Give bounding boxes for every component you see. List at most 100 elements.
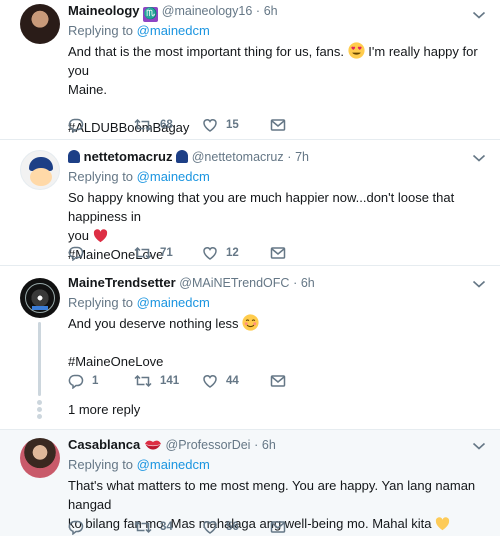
chevron-down-icon[interactable]	[472, 441, 486, 451]
display-name[interactable]: Casablanca	[68, 437, 140, 452]
reply-count: 1	[92, 375, 99, 387]
thread-connector-dot	[37, 407, 42, 412]
reply-mention-link[interactable]: @mainedcm	[137, 23, 210, 38]
separator-dot: ·	[293, 276, 298, 290]
tweet-maineology[interactable]: Maineology ♏ @maineology16 · 6h Replying…	[0, 0, 500, 140]
tweet-actions: 68 15	[68, 116, 308, 134]
like-count: 56	[226, 521, 239, 533]
tweet-text-line: And you deserve nothing less	[68, 316, 239, 331]
display-name[interactable]: MaineTrendsetter	[68, 275, 176, 290]
heart-outline-icon	[203, 521, 217, 534]
tweet-casablanca[interactable]: Casablanca @ProfessorDei · 6h Replying t…	[0, 430, 500, 536]
avatar-nettetomacruz[interactable]	[20, 150, 60, 190]
heart-outline-icon	[203, 119, 217, 132]
chevron-down-icon[interactable]	[472, 153, 486, 163]
thread-connector-line	[38, 322, 41, 396]
like-count: 12	[226, 247, 239, 259]
tweet-actions: 1 141 44	[68, 372, 308, 390]
dm-button[interactable]	[270, 116, 286, 134]
retweet-count: 141	[160, 375, 180, 387]
police-officer-emoji-icon	[68, 150, 80, 163]
tweet-actions: 71 12	[68, 244, 308, 262]
replying-to-label: Replying to	[68, 295, 134, 310]
tweet-text-line: That's what matters to me most meng. You…	[68, 478, 476, 512]
kiss-mark-emoji-icon	[144, 440, 161, 450]
user-handle[interactable]: @ProfessorDei	[166, 438, 251, 452]
user-handle[interactable]: @maineology16	[162, 4, 253, 18]
dm-button[interactable]	[270, 372, 286, 390]
heart-outline-icon	[203, 375, 217, 388]
reply-mention-link[interactable]: @mainedcm	[137, 295, 210, 310]
replying-to-label: Replying to	[68, 457, 134, 472]
retweet-button[interactable]: 34	[134, 518, 173, 536]
zodiac-badge-icon: ♏	[143, 7, 159, 22]
reply-icon	[68, 118, 84, 133]
envelope-icon	[270, 247, 286, 259]
envelope-icon	[270, 521, 286, 533]
retweet-icon	[134, 118, 152, 132]
retweet-count: 68	[160, 119, 173, 131]
dm-button[interactable]	[270, 518, 286, 536]
avatar-mainetrendsetter[interactable]	[20, 278, 60, 318]
more-replies-link[interactable]: 1 more reply	[68, 402, 140, 417]
chevron-down-icon[interactable]	[472, 279, 486, 289]
separator-dot: ·	[255, 4, 261, 18]
like-button[interactable]: 12	[202, 244, 239, 262]
replying-to: Replying to @mainedcm	[68, 22, 486, 40]
retweet-icon	[134, 520, 152, 534]
retweet-button[interactable]: 71	[134, 244, 173, 262]
tweet-text-line: So happy knowing that you are much happi…	[68, 190, 455, 224]
envelope-icon	[270, 119, 286, 131]
tweet-text-line: Maine.	[68, 82, 108, 97]
display-name[interactable]: nettetomacruz	[84, 149, 173, 164]
smiling-face-emoji-icon	[242, 314, 259, 331]
replying-to: Replying to @mainedcm	[68, 456, 486, 474]
reply-mention-link[interactable]: @mainedcm	[137, 169, 210, 184]
reply-button[interactable]	[68, 244, 84, 262]
yellow-heart-emoji-icon	[435, 517, 450, 531]
replying-to-label: Replying to	[68, 23, 134, 38]
retweet-button[interactable]: 141	[134, 372, 179, 390]
like-button[interactable]: 44	[202, 372, 239, 390]
reply-button[interactable]	[68, 518, 84, 536]
chevron-down-icon[interactable]	[472, 10, 486, 20]
display-name[interactable]: Maineology	[68, 3, 140, 18]
reply-button[interactable]	[68, 116, 84, 134]
timestamp[interactable]: 6h	[262, 438, 276, 452]
reply-button[interactable]: 1	[68, 372, 98, 390]
replying-to: Replying to @mainedcm	[68, 168, 486, 186]
like-count: 44	[226, 375, 239, 387]
retweet-button[interactable]: 68	[134, 116, 173, 134]
avatar-maineology[interactable]	[20, 4, 60, 44]
timestamp[interactable]: 7h	[295, 150, 309, 164]
tweet-header: MaineTrendsetter @MAiNETrendOFC · 6h	[68, 274, 486, 292]
replying-to-label: Replying to	[68, 169, 134, 184]
tweet-text-line: you	[68, 228, 89, 243]
police-officer-emoji-icon	[176, 150, 189, 163]
reply-mention-link[interactable]: @mainedcm	[137, 457, 210, 472]
tweet-header: Casablanca @ProfessorDei · 6h	[68, 436, 486, 454]
timestamp[interactable]: 6h	[264, 4, 278, 18]
thread-connector-dot	[37, 414, 42, 419]
reply-icon	[68, 520, 84, 535]
user-handle[interactable]: @nettetomacruz	[192, 150, 284, 164]
envelope-icon	[270, 375, 286, 387]
tweet-text-line: And that is the most important thing for…	[68, 44, 345, 59]
tweet-header: nettetomacruz @nettetomacruz · 7h	[68, 148, 486, 166]
timestamp[interactable]: 6h	[301, 276, 315, 290]
like-button[interactable]: 15	[202, 116, 239, 134]
reply-icon	[68, 246, 84, 261]
reply-icon	[68, 374, 84, 389]
hashtag[interactable]: #MaineOneLove	[68, 352, 486, 371]
separator-dot: ·	[254, 438, 259, 452]
red-heart-emoji-icon	[93, 229, 107, 243]
user-handle[interactable]: @MAiNETrendOFC	[179, 276, 289, 290]
tweet-nettetomacruz[interactable]: nettetomacruz @nettetomacruz · 7h Replyi…	[0, 140, 500, 266]
avatar-casablanca[interactable]	[20, 438, 60, 478]
like-button[interactable]: 56	[202, 518, 239, 536]
retweet-icon	[134, 374, 152, 388]
heart-eyes-emoji-icon	[348, 42, 365, 59]
dm-button[interactable]	[270, 244, 286, 262]
retweet-count: 71	[160, 247, 173, 259]
tweet-mainetrendsetter[interactable]: MaineTrendsetter @MAiNETrendOFC · 6h Rep…	[0, 266, 500, 430]
